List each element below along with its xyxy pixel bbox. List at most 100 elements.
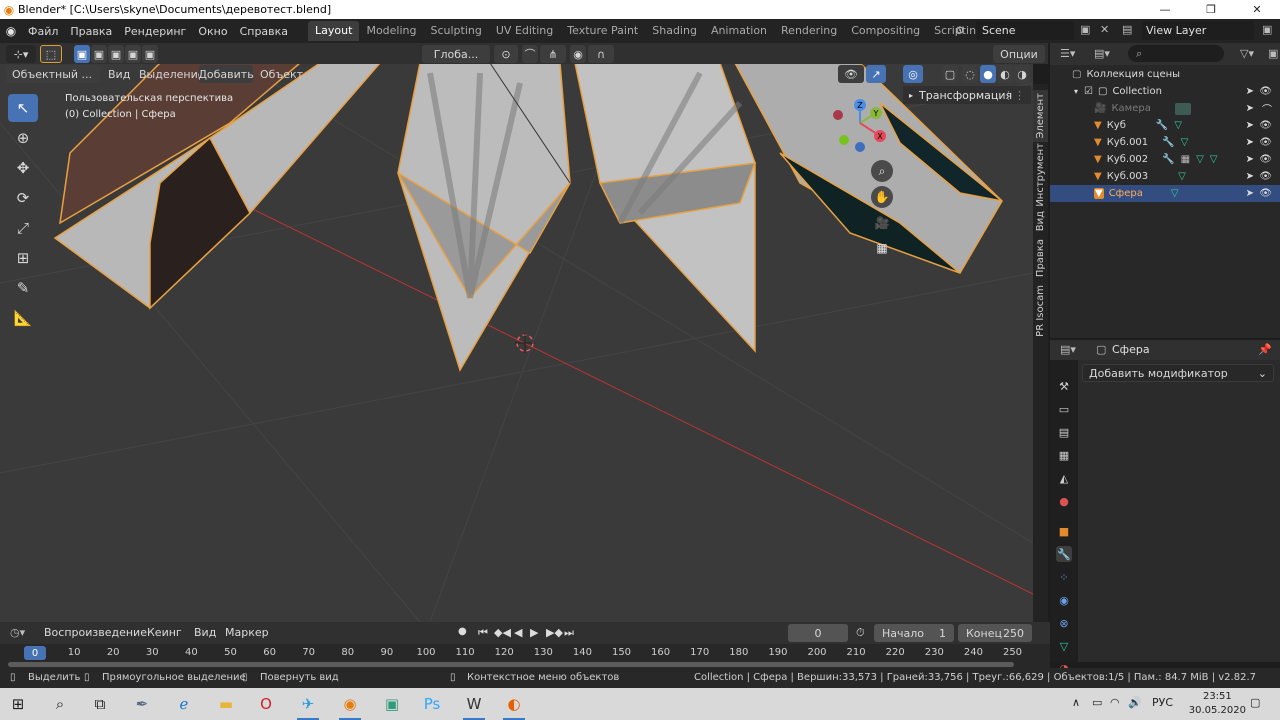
select-tool-icon[interactable]: ⬚: [40, 45, 62, 63]
shading-rendered-icon[interactable]: ◑: [1014, 65, 1030, 83]
3d-viewport[interactable]: Z Y X: [0, 43, 1033, 622]
tab-particles-icon[interactable]: ⁘: [1056, 569, 1072, 585]
tab-scene-icon[interactable]: ◭: [1056, 470, 1072, 486]
snap-target-icon[interactable]: ⋔: [540, 45, 566, 63]
new-collection-icon[interactable]: ▣: [1268, 47, 1278, 60]
measure-tool-icon[interactable]: 📐: [8, 304, 38, 332]
outliner-item-cube-001[interactable]: ▼ Куб.001 🔧 ▽ ➤ 👁: [1050, 134, 1280, 151]
selectable-icon[interactable]: ➤: [1246, 188, 1254, 199]
hidden-eye-icon[interactable]: ⌒: [1262, 101, 1272, 116]
outliner-item-cube[interactable]: ▼ Куб 🔧 ▽ ➤ 👁: [1050, 117, 1280, 134]
app-feather-icon[interactable]: ✒: [128, 692, 156, 716]
camera-view-icon[interactable]: 🎥: [871, 212, 893, 234]
menu-select[interactable]: Выделение: [139, 65, 205, 83]
tray-chevron-icon[interactable]: ∧: [1072, 696, 1080, 709]
tab-edit[interactable]: Правка: [1033, 236, 1048, 280]
shading-material-icon[interactable]: ◐: [997, 65, 1013, 83]
menu-object[interactable]: Объект: [260, 65, 303, 83]
play-reverse-icon[interactable]: ◀: [514, 626, 522, 639]
view-layer-selector[interactable]: View Layer: [1142, 21, 1254, 40]
select-mode-invert-icon[interactable]: ▣: [125, 45, 141, 63]
tab-rendering[interactable]: Rendering: [774, 21, 844, 41]
tray-wifi-icon[interactable]: ◠: [1110, 696, 1120, 709]
outliner-item-camera[interactable]: 🎥 Камера ➤ ⌒: [1050, 100, 1280, 117]
menu-help[interactable]: Справка: [234, 25, 294, 38]
tray-volume-icon[interactable]: 🔊: [1128, 696, 1142, 709]
annotate-tool-icon[interactable]: ✎: [8, 274, 38, 302]
selectable-icon[interactable]: ➤: [1246, 154, 1254, 165]
drag-handle-icon[interactable]: ⋮⋮: [1003, 89, 1025, 102]
current-frame-indicator[interactable]: 0: [24, 646, 46, 660]
remove-scene-icon[interactable]: ✕: [1100, 23, 1109, 36]
filter-icon[interactable]: ▽▾: [1240, 47, 1254, 60]
record-icon[interactable]: ●: [458, 626, 467, 637]
select-mode-extend-icon[interactable]: ▣: [91, 45, 107, 63]
pivot-point-icon[interactable]: ⊙: [494, 45, 518, 63]
selectable-icon[interactable]: ➤: [1246, 120, 1254, 131]
minimize-button[interactable]: —: [1142, 0, 1188, 19]
scene-collection-row[interactable]: ▢ Коллекция сцены: [1050, 66, 1280, 83]
shading-solid-icon[interactable]: ●: [980, 65, 996, 83]
search-icon[interactable]: ⌕: [46, 692, 74, 716]
tab-item[interactable]: Элемент: [1033, 90, 1048, 142]
tab-view-layer-icon[interactable]: ▦: [1056, 447, 1072, 463]
copy-view-layer-icon[interactable]: ▣: [1262, 23, 1272, 36]
selectable-icon[interactable]: ➤: [1246, 86, 1254, 97]
tab-modeling[interactable]: Modeling: [359, 21, 423, 41]
properties-editor-type-icon[interactable]: ▤▾: [1060, 343, 1076, 356]
outliner-search-input[interactable]: ⌕: [1128, 45, 1224, 62]
system-clock[interactable]: 23:51 30.05.2020: [1189, 690, 1246, 718]
menu-add[interactable]: Добавить: [198, 65, 254, 83]
photoshop-icon[interactable]: Ps: [418, 692, 446, 716]
menu-window[interactable]: Окно: [192, 25, 233, 38]
menu-file[interactable]: Файл: [22, 25, 64, 38]
menu-marker[interactable]: Маркер: [225, 626, 269, 639]
edge-browser-icon[interactable]: ℯ: [170, 692, 198, 716]
3d-cursor[interactable]: [515, 333, 535, 353]
zoom-icon[interactable]: ⌕: [871, 160, 893, 182]
select-mode-subtract-icon[interactable]: ▣: [108, 45, 124, 63]
tab-sculpting[interactable]: Sculpting: [424, 21, 489, 41]
blender-menu-icon[interactable]: ◉: [0, 24, 22, 38]
transform-tool-icon[interactable]: ⊞: [8, 244, 38, 272]
viewport-options-dropdown[interactable]: Опции: [993, 45, 1045, 63]
tab-compositing[interactable]: Compositing: [844, 21, 927, 41]
outliner-item-sphere[interactable]: ▼ Сфера ▽ ➤ 👁: [1050, 185, 1280, 202]
tab-render-icon[interactable]: ▭: [1056, 401, 1072, 417]
tab-uv-editing[interactable]: UV Editing: [489, 21, 560, 41]
windows-start-icon[interactable]: ⊞: [4, 692, 32, 716]
snap-toggle-icon[interactable]: ⌒: [522, 45, 538, 63]
tab-layout[interactable]: Layout: [308, 21, 360, 41]
scene-icon[interactable]: ⚙: [955, 24, 965, 37]
scene-selector[interactable]: Scene: [976, 21, 1074, 40]
cursor-tool-icon[interactable]: ⊕: [8, 124, 38, 152]
tab-shading[interactable]: Shading: [645, 21, 704, 41]
close-button[interactable]: ✕: [1234, 0, 1280, 19]
current-frame-field[interactable]: 0: [788, 624, 848, 642]
mode-dropdown[interactable]: Объектный ...: [6, 65, 100, 83]
tab-view[interactable]: Вид: [1033, 208, 1048, 234]
select-mode-new-icon[interactable]: ▣: [74, 45, 90, 63]
task-view-icon[interactable]: ⧉: [86, 692, 114, 716]
visibility-eye-icon[interactable]: 👁: [1259, 120, 1272, 131]
proportional-edit-icon[interactable]: ◉: [570, 45, 586, 63]
editor-type-icon[interactable]: ⊹▾: [6, 45, 36, 63]
start-frame-field[interactable]: Начало 1: [874, 624, 954, 642]
select-mode-intersect-icon[interactable]: ▣: [142, 45, 158, 63]
scale-tool-icon[interactable]: ⤢: [8, 214, 38, 242]
transform-orientation-dropdown[interactable]: Глоба...: [422, 45, 490, 63]
menu-view[interactable]: Вид: [108, 65, 130, 83]
rotate-tool-icon[interactable]: ⟳: [8, 184, 38, 212]
ortho-toggle-icon[interactable]: ▦: [871, 237, 893, 259]
checkbox-icon[interactable]: ☑: [1084, 86, 1093, 97]
outliner-item-cube-003[interactable]: ▼ Куб.003 ▽ ➤ 👁: [1050, 168, 1280, 185]
timeline-scrollbar[interactable]: [8, 662, 1014, 667]
copy-scene-icon[interactable]: ▣: [1080, 23, 1090, 36]
pan-hand-icon[interactable]: ✋: [871, 186, 893, 208]
menu-render[interactable]: Рендеринг: [118, 25, 192, 38]
tab-physics-icon[interactable]: ◉: [1056, 592, 1072, 608]
blender-taskbar-icon[interactable]: ◉: [336, 692, 364, 720]
view-layer-icon[interactable]: ▤: [1122, 23, 1132, 36]
tab-constraints-icon[interactable]: ⊗: [1056, 615, 1072, 631]
visibility-eye-icon[interactable]: 👁: [1259, 188, 1272, 199]
